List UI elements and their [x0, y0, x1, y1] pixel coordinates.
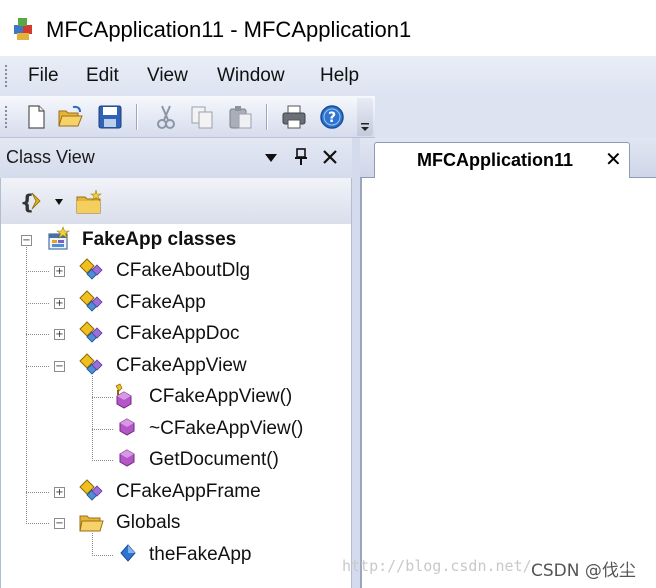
tab-close-icon[interactable]: ✕ [605, 148, 622, 172]
dropdown-arrow-icon[interactable] [54, 198, 64, 206]
tree-item-globals[interactable]: Globals [116, 509, 180, 537]
tree-item-cfakeappview[interactable]: CFakeAppView [116, 352, 247, 380]
class-icon [79, 353, 103, 375]
tree-item-label: Globals [116, 512, 181, 533]
tree-line [26, 334, 50, 335]
sort-icon[interactable]: { [18, 188, 46, 216]
class-icon [79, 258, 103, 280]
tree-item-label: theFakeApp [149, 544, 252, 565]
class-view-header: Class View [0, 138, 352, 178]
tree-item-cfakeappdoc[interactable]: CFakeAppDoc [116, 320, 240, 348]
toolbar-separator [136, 104, 138, 130]
copy-icon[interactable] [188, 103, 216, 131]
tree-item-destructor[interactable]: ~CFakeAppView() [149, 415, 303, 443]
class-icon [79, 479, 103, 501]
expander-cfakeapp[interactable]: + [54, 298, 65, 309]
save-icon[interactable] [96, 103, 124, 131]
print-icon[interactable] [280, 103, 308, 131]
tree-line [92, 376, 93, 460]
mfc-app-icon [14, 18, 32, 40]
watermark-url: http://blog.csdn.net/ [342, 557, 532, 575]
tree-root-label: FakeApp classes [82, 229, 237, 250]
tree-line [26, 271, 50, 272]
tree-item-label: CFakeAboutDlg [116, 260, 251, 281]
tree-line [26, 303, 50, 304]
tree-line [92, 397, 114, 398]
menu-edit[interactable]: Edit [86, 64, 119, 88]
tree-item-label: CFakeAppDoc [116, 323, 240, 344]
expander-cfakeappview[interactable]: − [54, 361, 65, 372]
menu-help[interactable]: Help [320, 64, 359, 88]
tree-line [92, 460, 114, 461]
tree-line [26, 366, 50, 367]
class-view-title: Class View [6, 147, 95, 167]
menubar-grip[interactable] [4, 64, 8, 88]
help-icon[interactable]: ? [318, 103, 346, 131]
toolbar-background [375, 96, 656, 138]
pane-dropdown-icon[interactable] [264, 153, 278, 163]
toolbar-separator [266, 104, 268, 130]
folder-icon [79, 515, 104, 532]
project-classes-icon [48, 226, 70, 250]
open-folder-icon[interactable] [56, 103, 84, 131]
standard-toolbar: ? [0, 96, 375, 138]
class-icon [79, 290, 103, 312]
tree-item-label: CFakeAppFrame [116, 481, 261, 502]
tree-line [92, 555, 114, 556]
menu-window[interactable]: Window [217, 64, 285, 88]
method-icon [119, 449, 135, 467]
protected-method-icon [115, 383, 132, 409]
title-bar: MFCApplication11 - MFCApplication1 [0, 0, 656, 56]
tree-item-label: CFakeAppView() [149, 386, 293, 407]
tree-item-getdocument[interactable]: GetDocument() [149, 446, 279, 474]
pin-icon[interactable] [294, 148, 308, 166]
expander-globals[interactable]: − [54, 518, 65, 529]
tree-root[interactable]: FakeApp classes [82, 226, 236, 254]
tree-line [26, 492, 50, 493]
tree-item-cfakeaboutdlg[interactable]: CFakeAboutDlg [116, 257, 250, 285]
new-folder-icon[interactable] [74, 188, 104, 216]
paste-icon[interactable] [226, 103, 254, 131]
cut-icon[interactable] [152, 103, 180, 131]
tree-item-label: CFakeApp [116, 292, 206, 313]
close-icon[interactable] [322, 149, 338, 165]
method-icon [119, 418, 135, 436]
new-document-icon[interactable] [22, 103, 50, 131]
document-tab-label: MFCApplication11 [417, 150, 574, 170]
tree-item-thefakeapp[interactable]: theFakeApp [149, 541, 251, 569]
tree-line [26, 523, 50, 524]
tree-item-cfakeapp[interactable]: CFakeApp [116, 289, 206, 317]
variable-icon [120, 544, 136, 562]
watermark-brand: CSDN @伐尘 [531, 561, 636, 581]
menu-bar: File Edit View Window Help [0, 56, 656, 96]
window-title: MFCApplication11 - MFCApplication1 [46, 17, 412, 42]
menu-view[interactable]: View [147, 64, 188, 88]
toolbar-overflow-icon[interactable] [357, 98, 373, 136]
expander-cfakeappdoc[interactable]: + [54, 329, 65, 340]
tree-line [92, 533, 93, 555]
class-icon [79, 321, 103, 343]
expander-cfakeaboutdlg[interactable]: + [54, 266, 65, 277]
document-view[interactable] [360, 178, 656, 588]
expander-cfakeappframe[interactable]: + [54, 487, 65, 498]
tree-line [26, 247, 27, 524]
tree-item-label: GetDocument() [149, 449, 279, 470]
pane-splitter[interactable] [352, 138, 360, 588]
toolbar-grip[interactable] [4, 105, 8, 129]
expander-root[interactable]: − [21, 235, 32, 246]
menu-file[interactable]: File [28, 64, 59, 88]
document-tab[interactable]: MFCApplication11 ✕ [374, 142, 630, 179]
tree-item-label: CFakeAppView [116, 355, 247, 376]
tree-item-constructor[interactable]: CFakeAppView() [149, 383, 292, 411]
svg-text:?: ? [328, 110, 336, 126]
tree-item-cfakeappframe[interactable]: CFakeAppFrame [116, 478, 261, 506]
class-view-toolbar: { [0, 178, 352, 224]
tree-item-label: ~CFakeAppView() [149, 418, 304, 439]
tree-line [92, 429, 114, 430]
